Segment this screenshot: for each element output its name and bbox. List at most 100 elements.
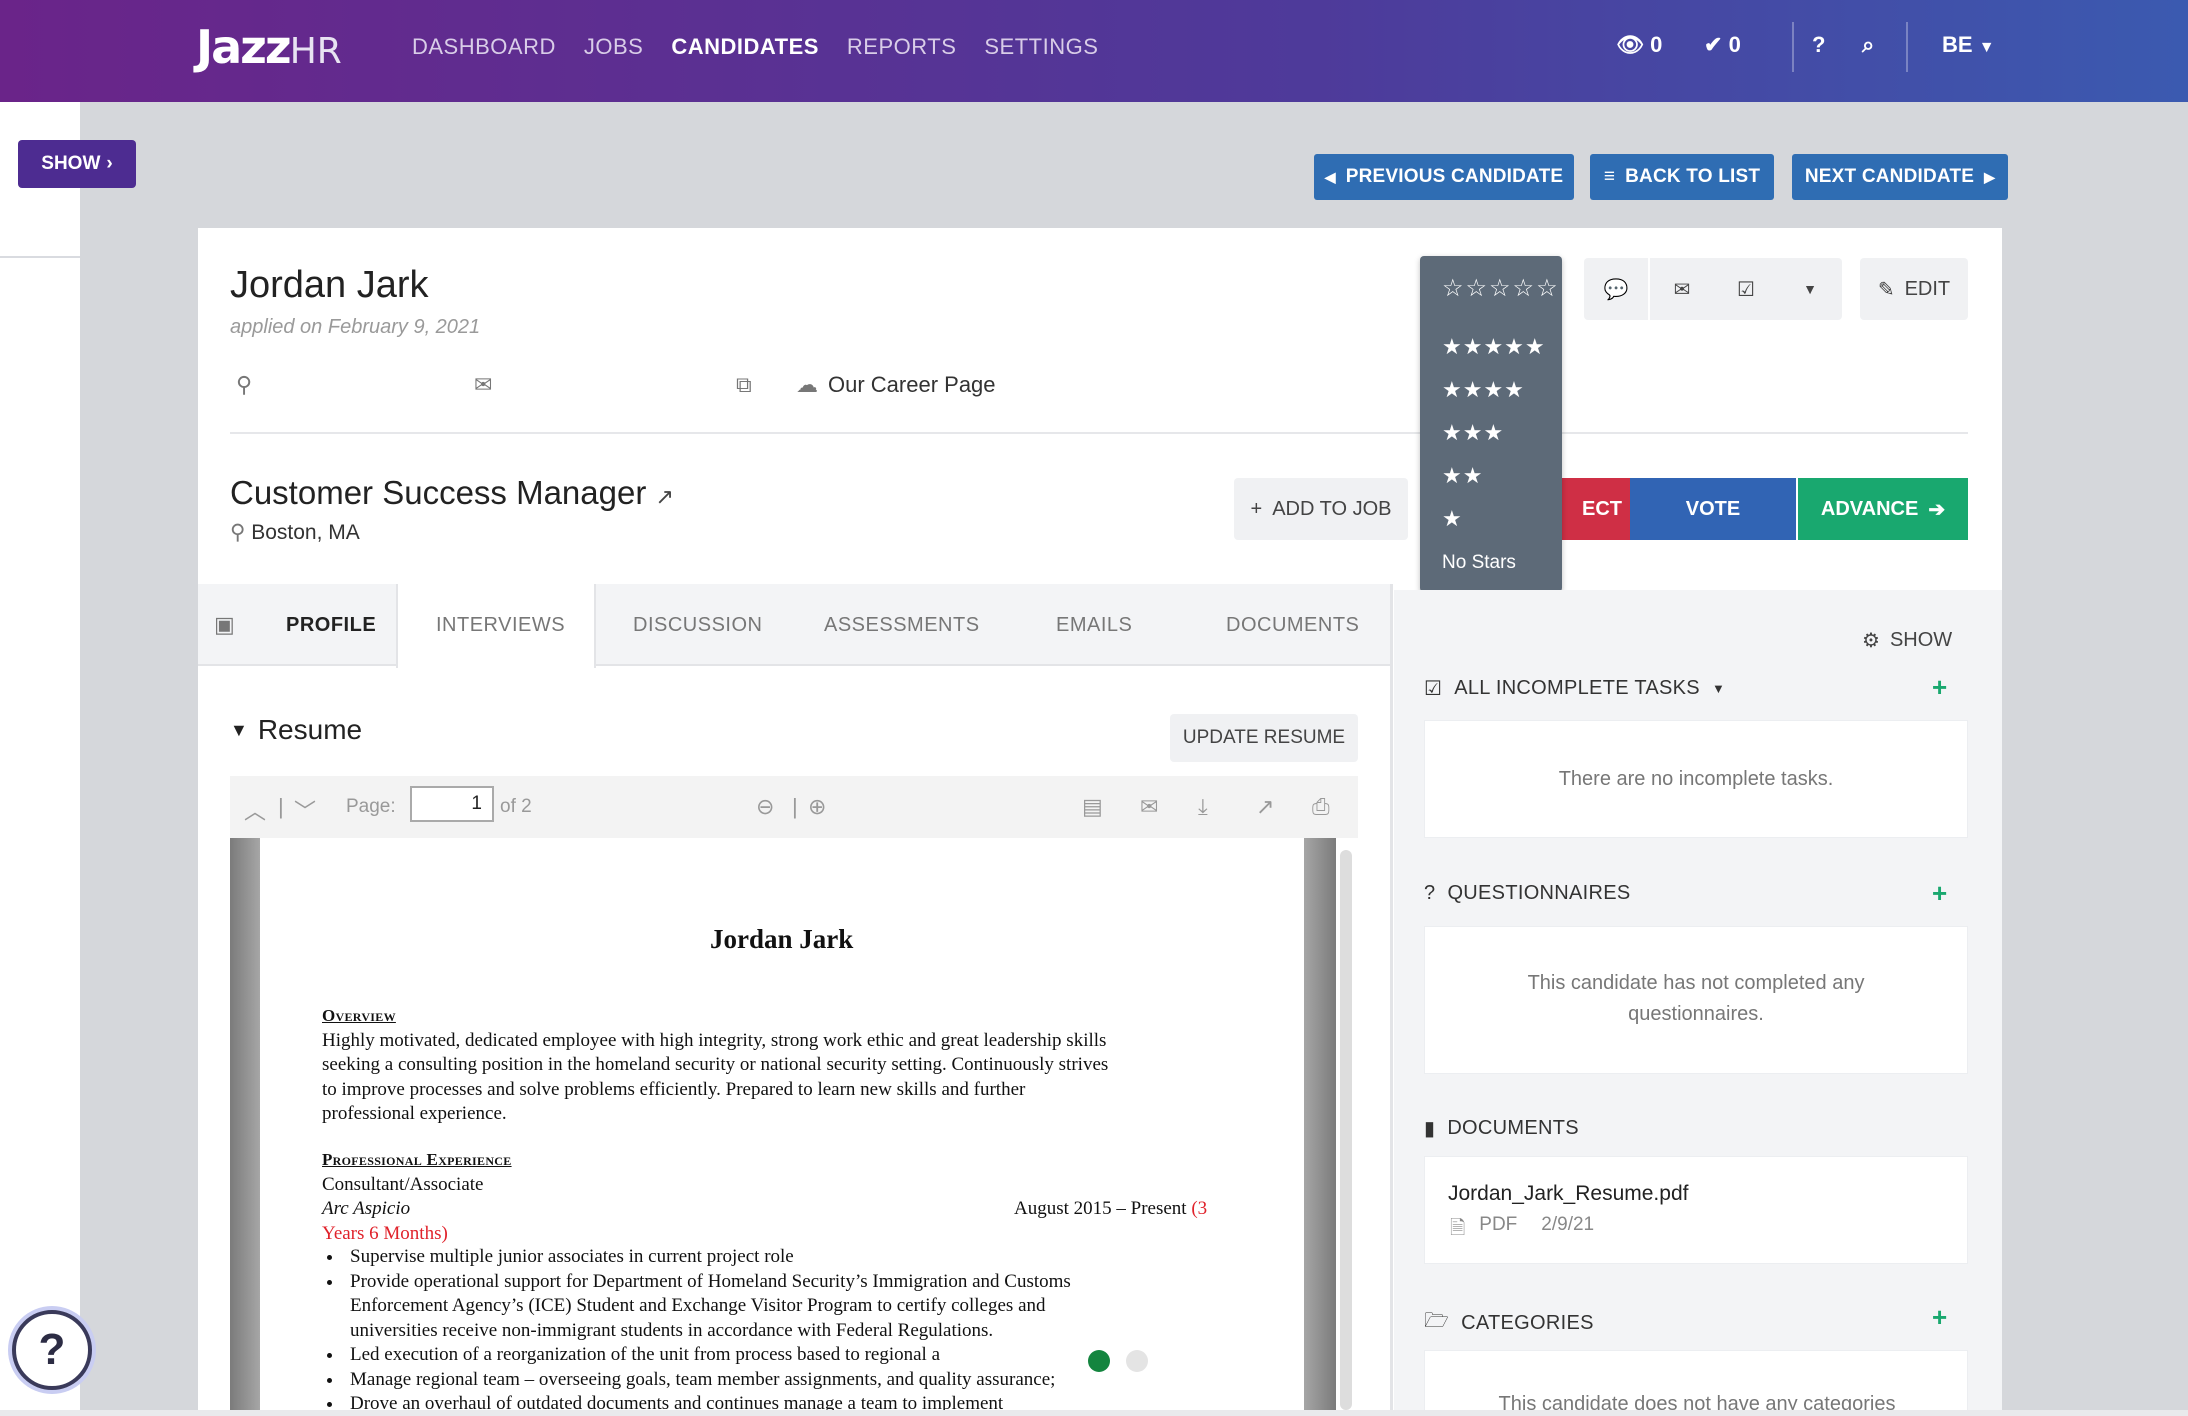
page-total: of 2 [500,796,532,817]
document-icon[interactable]: ▤ [1082,794,1103,820]
folder-open-icon: 🗁 [1424,1310,1450,1332]
eye-icon: 👁 [1616,32,1644,57]
back-to-list-button[interactable]: ≡ BACK TO LIST [1590,154,1774,200]
list-icon: ≡ [1603,166,1616,187]
nav-reports[interactable]: REPORTS [847,34,956,60]
job-title[interactable]: Customer Success Manager ↗ [230,474,674,512]
main-nav: DASHBOARD JOBS CANDIDATES REPORTS SETTIN… [412,34,1098,60]
bottom-strip [0,1410,2188,1416]
top-navbar: JazzHR DASHBOARD JOBS CANDIDATES REPORTS… [0,0,2188,102]
nav-settings[interactable]: SETTINGS [984,34,1098,60]
open-external-icon[interactable]: ↗ [1256,794,1274,820]
nav-divider [1792,22,1794,72]
tab-assessments[interactable]: ASSESSMENTS [824,614,980,637]
search-icon[interactable]: ⌕ [1862,32,1874,58]
jazzhr-logo[interactable]: JazzHR [196,20,342,74]
header-divider [230,432,1968,434]
caret-down-icon: ▼ [1978,39,1995,56]
chevron-up-icon[interactable]: ︿ [244,794,266,826]
experience-dates: August 2015 – Present (3 [1014,1198,1208,1219]
rating-option-4[interactable]: ★★★★ [1442,377,1525,403]
tasks-header[interactable]: ☑ ALL INCOMPLETE TASKS ▼ [1424,676,1725,701]
envelope-icon[interactable]: ✉ [474,372,492,398]
user-menu[interactable]: BE ▼ [1942,32,1995,58]
comment-icon: 💬 [1603,278,1629,301]
documents-header: ▮ DOCUMENTS [1424,1117,1579,1140]
caret-left-icon: ◀ [1324,168,1336,185]
caret-down-icon: ▼ [1711,681,1726,696]
rating-option-5[interactable]: ★★★★★ [1442,334,1546,360]
copy-icon[interactable]: ⧉ [736,372,752,398]
plus-icon: + [1250,497,1263,520]
nav-dashboard[interactable]: DASHBOARD [412,34,556,60]
cloud-icon: ☁ [796,372,818,397]
profile-tabs [198,584,1390,666]
arrow-right-icon: ➔ [1928,498,1946,521]
external-link-icon[interactable]: ↗ [656,484,674,509]
viewer-gutter-right [1304,838,1336,1410]
envelope-icon[interactable]: ✉ [1140,794,1158,820]
loading-dot-icon [1126,1350,1148,1372]
add-to-job-button[interactable]: + ADD TO JOB [1234,478,1408,540]
page-label: Page: [346,796,396,817]
zoom-out-icon[interactable]: ⊖ [756,794,774,820]
print-icon[interactable]: ⎙ [1312,794,1330,820]
rating-option-none[interactable]: No Stars [1442,552,1516,574]
overview-line: seeking a consulting position in the hom… [322,1054,1109,1075]
reject-button[interactable]: ECT [1558,478,1630,540]
overview-line: professional experience. [322,1103,507,1124]
experience-heading: Professional Experience [322,1150,512,1169]
sidebar-show-settings[interactable]: ⚙ SHOW [1862,628,1952,653]
rating-option-1[interactable]: ★ [1442,506,1463,532]
experience-duration: Years 6 Months) [322,1222,448,1244]
nav-divider [1906,22,1908,72]
edit-button[interactable]: ✎ EDIT [1860,258,1968,320]
document-meta: 🗎 PDF 2/9/21 [1450,1214,1594,1246]
comment-button[interactable]: 💬 [1584,258,1648,320]
tab-emails[interactable]: EMAILS [1056,614,1132,637]
tab-interviews[interactable]: INTERVIEWS [436,614,565,637]
rating-option-2[interactable]: ★★ [1442,463,1483,489]
viewer-scrollbar[interactable] [1340,850,1352,1410]
bullet-item: Provide operational support for Departme… [344,1270,1264,1295]
help-circle-icon[interactable]: ? [1812,32,1825,58]
overview-line: to improve processes and solve problems … [322,1078,1026,1100]
zoom-in-icon[interactable]: ⊕ [808,794,826,820]
advance-button[interactable]: ADVANCE ➔ [1798,478,1968,540]
update-resume-button[interactable]: UPDATE RESUME [1170,714,1358,762]
previous-candidate-button[interactable]: ◀ PREVIOUS CANDIDATE [1314,154,1574,200]
overview-line: Highly motivated, dedicated employee wit… [322,1029,1107,1051]
help-widget-button[interactable]: ? [12,1310,92,1390]
checks-counter[interactable]: ✔ 0 [1704,32,1741,58]
document-file-name[interactable]: Jordan_Jark_Resume.pdf [1448,1182,1688,1206]
nav-candidates[interactable]: CANDIDATES [671,34,819,60]
add-category-plus-icon[interactable]: + [1932,1302,1947,1333]
question-circle-icon: ? [1424,882,1436,904]
more-actions-button[interactable]: ▼ [1778,258,1842,320]
checkbox-icon: ☑ [1737,278,1755,301]
chevron-down-icon[interactable]: ﹀ [294,794,316,826]
download-icon[interactable]: ⤓ [1198,794,1208,820]
categories-header: 🗁 CATEGORIES [1424,1306,1594,1340]
page-number-input[interactable]: 1 [410,786,494,822]
tab-profile[interactable]: PROFILE [286,614,376,637]
caret-down-icon: ▼ [1803,281,1817,297]
views-counter[interactable]: 👁 0 [1616,32,1662,58]
tab-documents[interactable]: DOCUMENTS [1226,614,1359,637]
toolbar-separator: | [278,794,284,819]
add-task-plus-icon[interactable]: + [1932,672,1947,703]
tab-discussion[interactable]: DISCUSSION [633,614,762,637]
next-candidate-button[interactable]: NEXT CANDIDATE ▶ [1792,154,2008,200]
task-button[interactable]: ☑ [1714,258,1778,320]
add-questionnaire-plus-icon[interactable]: + [1932,878,1947,909]
vote-button[interactable]: VOTE [1630,478,1796,540]
pencil-icon: ✎ [1877,278,1895,301]
linkedin-icon[interactable]: ▣ [214,612,235,638]
nav-jobs[interactable]: JOBS [584,34,643,60]
current-rating[interactable]: ☆☆☆☆☆ [1442,274,1560,303]
email-button[interactable]: ✉ [1650,258,1714,320]
overview-heading: Overview [322,1006,396,1025]
show-sidebar-button[interactable]: SHOW › [18,140,136,188]
resume-section-toggle[interactable]: ▼ Resume [230,714,362,746]
rating-option-3[interactable]: ★★★ [1442,420,1504,446]
